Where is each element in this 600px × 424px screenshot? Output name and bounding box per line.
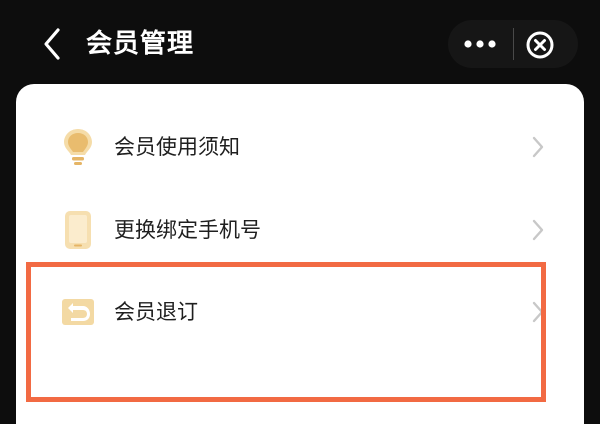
more-button[interactable] <box>460 24 500 64</box>
return-icon <box>58 291 98 333</box>
chevron-right-icon <box>528 133 548 161</box>
chevron-right-icon <box>528 298 548 326</box>
menu-item-member-notice[interactable]: 会员使用须知 <box>16 106 584 188</box>
menu-item-label: 会员使用须知 <box>114 135 240 159</box>
chevron-left-icon <box>44 28 60 60</box>
lightbulb-icon <box>58 126 98 168</box>
more-dots-icon <box>464 40 496 48</box>
menu-item-label: 会员退订 <box>114 300 198 324</box>
close-button[interactable] <box>522 27 558 63</box>
menu-item-label: 更换绑定手机号 <box>114 218 261 242</box>
back-button[interactable] <box>34 24 70 64</box>
chevron-right-icon <box>528 216 548 244</box>
close-circle-icon <box>526 31 554 59</box>
phone-icon <box>58 209 98 251</box>
top-bar: 会员管理 <box>0 0 600 88</box>
menu-item-change-phone[interactable]: 更换绑定手机号 <box>16 189 584 271</box>
menu-item-unsubscribe[interactable]: 会员退订 <box>16 271 584 353</box>
page-title: 会员管理 <box>86 29 195 59</box>
capsule-divider <box>513 28 514 60</box>
